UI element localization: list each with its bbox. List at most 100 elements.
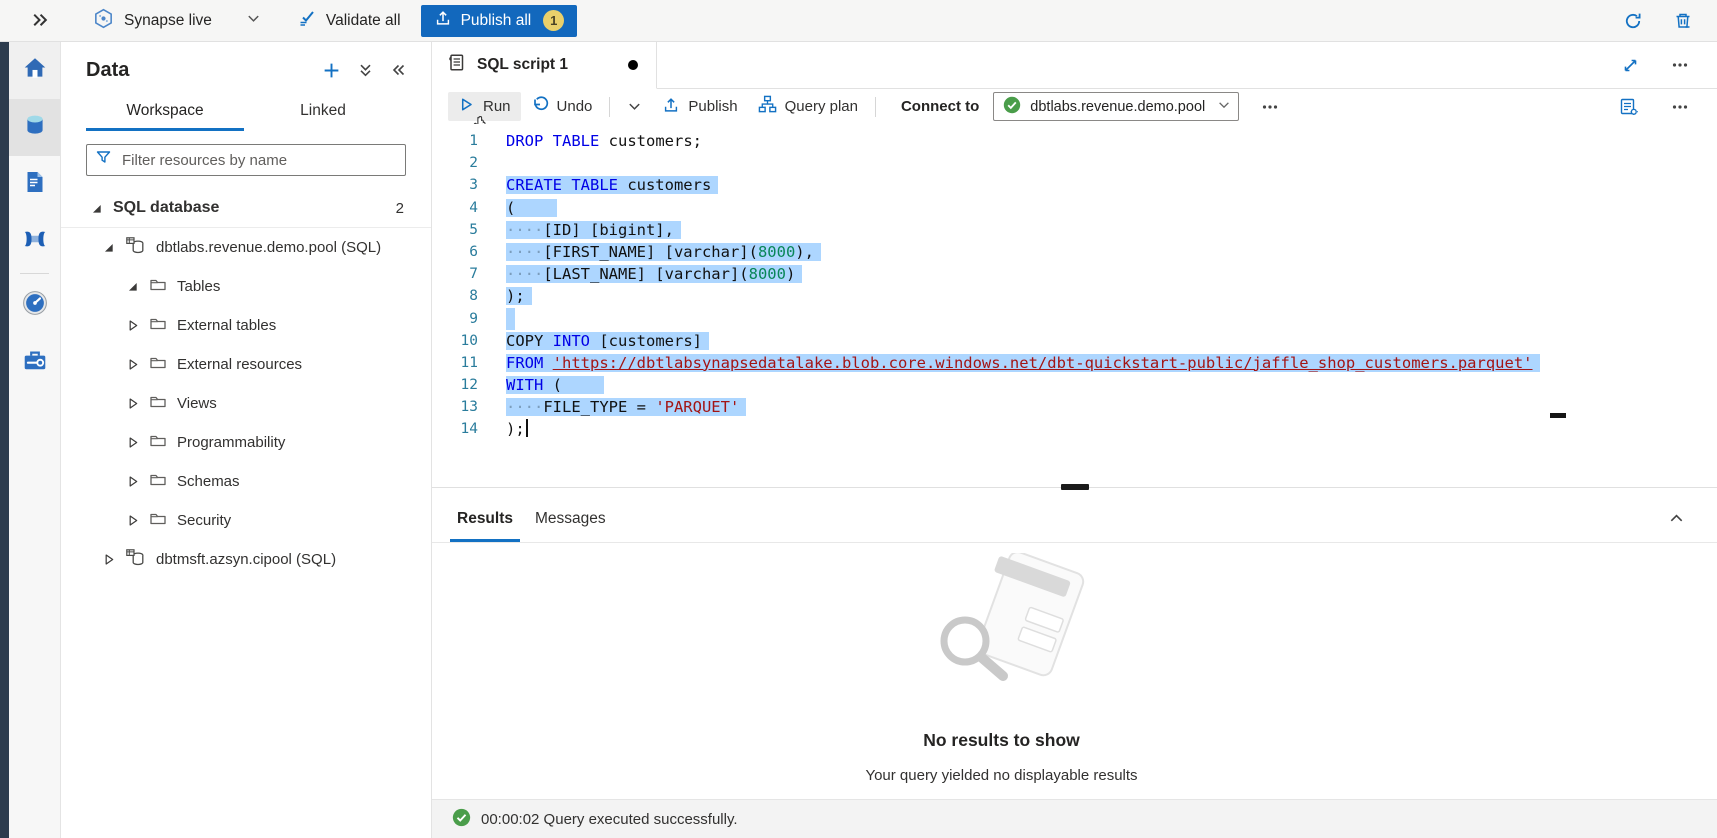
- line-number: 6: [432, 241, 506, 263]
- tree-item-dbtlabs-revenue-demo-pool-sql[interactable]: dbtlabs.revenue.demo.pool (SQL): [61, 228, 431, 267]
- tab-linked[interactable]: Linked: [244, 94, 402, 131]
- tab-results[interactable]: Results: [446, 495, 524, 542]
- develop-icon: [23, 170, 47, 199]
- line-number: 3: [432, 174, 506, 196]
- sql-code-editor[interactable]: 1DROP TABLE customers;23CREATE TABLE cus…: [432, 124, 1717, 487]
- run-button[interactable]: Run: [448, 92, 521, 121]
- code-line-5[interactable]: 5····[ID] [bigint],: [432, 219, 1717, 241]
- tree-item-external-resources[interactable]: External resources: [61, 345, 431, 384]
- nav-develop[interactable]: [9, 156, 60, 213]
- line-number: 11: [432, 352, 506, 374]
- tab-sql-script-1[interactable]: SQL script 1: [432, 42, 657, 89]
- triangle-collapsed-icon[interactable]: [125, 397, 139, 410]
- validate-all-button[interactable]: Validate all: [297, 8, 401, 33]
- topbar: Synapse live Validate all Publish all 1: [0, 0, 1717, 42]
- nav-manage[interactable]: [9, 334, 60, 391]
- tree-item-sql-database[interactable]: SQL database2: [61, 189, 431, 228]
- rail-divider: [20, 273, 49, 274]
- tree-item-label: External tables: [177, 317, 276, 334]
- nav-monitor[interactable]: [9, 277, 60, 334]
- tree-item-external-tables[interactable]: External tables: [61, 306, 431, 345]
- line-number: 12: [432, 374, 506, 396]
- refresh-icon[interactable]: [1623, 11, 1643, 31]
- data-icon: [22, 112, 48, 143]
- tree-item-views[interactable]: Views: [61, 384, 431, 423]
- triangle-collapsed-icon[interactable]: [125, 319, 139, 332]
- line-number: 4: [432, 197, 506, 219]
- code-line-2[interactable]: 2: [432, 152, 1717, 174]
- code-line-11[interactable]: 11FROM 'https://dbtlabsynapsedatalake.bl…: [432, 352, 1717, 374]
- tree-item-label: Views: [177, 395, 217, 412]
- upload-icon: [434, 9, 452, 32]
- filter-resources-input[interactable]: [120, 151, 397, 170]
- add-resource-plus-icon[interactable]: [322, 61, 341, 80]
- splitter-drag-handle[interactable]: [1061, 484, 1089, 490]
- nav-data[interactable]: [9, 99, 60, 156]
- tree-item-dbtmsft-azsyn-cipool-sql[interactable]: dbtmsft.azsyn.cipool (SQL): [61, 540, 431, 579]
- triangle-expanded-icon[interactable]: [89, 202, 103, 215]
- results-panel: Results Messages: [432, 495, 1717, 838]
- nav-integrate[interactable]: [9, 213, 60, 270]
- code-line-14[interactable]: 14);: [432, 418, 1717, 440]
- tree-item-label: dbtlabs.revenue.demo.pool (SQL): [156, 239, 381, 256]
- triangle-expanded-icon[interactable]: [101, 241, 115, 254]
- properties-icon[interactable]: [1619, 97, 1639, 117]
- toolbar-more-icon[interactable]: [1261, 98, 1279, 116]
- monitor-icon: [22, 290, 48, 321]
- editor-toolbar: Run Undo: [432, 89, 1717, 124]
- discard-trash-icon[interactable]: [1673, 11, 1693, 31]
- tree-item-security[interactable]: Security: [61, 501, 431, 540]
- run-options-chevron[interactable]: [617, 95, 652, 118]
- no-results-illustration: [907, 553, 1097, 696]
- data-panel-tabs: Workspace Linked: [86, 94, 431, 131]
- triangle-collapsed-icon[interactable]: [125, 514, 139, 527]
- code-line-7[interactable]: 7····[LAST_NAME] [varchar](8000): [432, 263, 1717, 285]
- undo-button[interactable]: Undo: [521, 92, 603, 122]
- triangle-collapsed-icon[interactable]: [101, 553, 115, 566]
- editor-results-splitter[interactable]: [432, 487, 1717, 495]
- code-line-12[interactable]: 12WITH (: [432, 374, 1717, 396]
- overview-ruler-cursor-mark: [1550, 413, 1566, 418]
- triangle-collapsed-icon[interactable]: [125, 436, 139, 449]
- code-line-3[interactable]: 3CREATE TABLE customers: [432, 174, 1717, 196]
- connect-pool-dropdown[interactable]: dbtlabs.revenue.demo.pool: [993, 92, 1239, 121]
- data-panel-title: Data: [86, 59, 322, 82]
- tree-item-tables[interactable]: Tables: [61, 267, 431, 306]
- tab-more-icon[interactable]: [1671, 56, 1689, 74]
- tree-item-schemas[interactable]: Schemas: [61, 462, 431, 501]
- publish-all-button[interactable]: Publish all 1: [421, 5, 578, 37]
- tab-messages[interactable]: Messages: [524, 495, 617, 542]
- nav-home[interactable]: [9, 42, 60, 99]
- code-line-1[interactable]: 1DROP TABLE customers;: [432, 130, 1717, 152]
- left-nav-rail: [0, 42, 61, 838]
- collapse-all-double-chevron-down-icon[interactable]: [357, 62, 374, 79]
- publish-button[interactable]: Publish: [652, 92, 747, 122]
- expand-rail-double-chevron-icon[interactable]: [30, 11, 49, 30]
- tree-item-label: Schemas: [177, 473, 240, 490]
- code-line-9[interactable]: 9: [432, 308, 1717, 330]
- collapse-results-chevron-up-icon[interactable]: [1668, 495, 1717, 542]
- line-number: 8: [432, 285, 506, 307]
- collapse-panel-double-chevron-left-icon[interactable]: [390, 62, 407, 79]
- code-line-4[interactable]: 4(: [432, 197, 1717, 219]
- expand-editor-icon[interactable]: [1622, 57, 1639, 74]
- line-number: 1: [432, 130, 506, 152]
- chevron-down-icon: [246, 11, 261, 31]
- tree-item-label: SQL database: [113, 199, 219, 217]
- code-line-10[interactable]: 10COPY INTO [customers]: [432, 330, 1717, 352]
- tree-item-programmability[interactable]: Programmability: [61, 423, 431, 462]
- toolbar-separator: [609, 97, 610, 117]
- editor-more-icon[interactable]: [1671, 98, 1689, 116]
- tree-item-label: Tables: [177, 278, 220, 295]
- integrate-icon: [22, 226, 48, 257]
- triangle-collapsed-icon[interactable]: [125, 475, 139, 488]
- code-line-13[interactable]: 13····FILE_TYPE = 'PARQUET': [432, 396, 1717, 418]
- query-plan-button[interactable]: Query plan: [748, 91, 868, 122]
- code-line-6[interactable]: 6····[FIRST_NAME] [varchar](8000),: [432, 241, 1717, 263]
- triangle-expanded-icon[interactable]: [125, 280, 139, 293]
- synapse-live-dropdown[interactable]: Synapse live: [93, 8, 261, 34]
- triangle-collapsed-icon[interactable]: [125, 358, 139, 371]
- tab-workspace[interactable]: Workspace: [86, 94, 244, 131]
- code-line-8[interactable]: 8);: [432, 285, 1717, 307]
- manage-icon: [22, 347, 48, 378]
